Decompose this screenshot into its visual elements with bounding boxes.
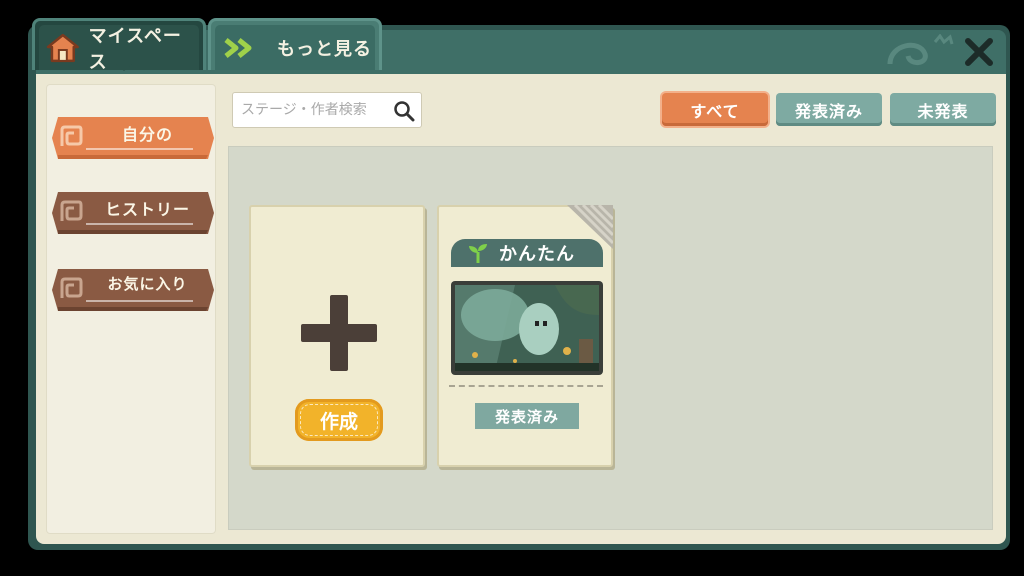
sidebar-item-favorites[interactable]: お気に入り bbox=[50, 267, 215, 313]
difficulty-label: かんたん bbox=[499, 244, 575, 265]
spiral-icon bbox=[60, 277, 83, 298]
home-icon bbox=[46, 33, 79, 62]
search-box[interactable] bbox=[232, 92, 422, 128]
close-icon bbox=[965, 38, 993, 66]
difficulty-banner: かんたん bbox=[451, 239, 603, 267]
filter-published-button[interactable]: 発表済み bbox=[776, 93, 882, 126]
stage-preview-image bbox=[455, 285, 599, 371]
double-chevron-right-icon bbox=[224, 37, 252, 58]
stage-thumbnail[interactable] bbox=[451, 281, 603, 375]
tab-myspace-label: マイスペース bbox=[88, 25, 182, 73]
create-stage-card[interactable]: 作成 bbox=[249, 205, 425, 467]
create-button-label: 作成 bbox=[319, 410, 358, 433]
plus-icon bbox=[301, 295, 377, 371]
tab-myspace[interactable]: マイスペース bbox=[32, 18, 206, 73]
sidebar-item-label: ヒストリー bbox=[104, 200, 190, 219]
search-icon[interactable] bbox=[393, 100, 415, 122]
stage-card[interactable]: かんたん 発表済み bbox=[437, 205, 613, 467]
sidebar-item-mine[interactable]: 自分の bbox=[50, 115, 215, 161]
tab-more[interactable]: もっと見る bbox=[208, 18, 382, 70]
create-button[interactable]: 作成 bbox=[295, 399, 383, 441]
divider bbox=[86, 223, 193, 225]
swirl-decoration-icon bbox=[887, 34, 954, 65]
divider bbox=[449, 385, 603, 387]
sprout-icon bbox=[469, 244, 487, 263]
divider bbox=[86, 300, 193, 302]
tab-pointer bbox=[116, 64, 132, 71]
search-input[interactable] bbox=[241, 102, 391, 118]
sidebar-item-label: 自分の bbox=[121, 125, 173, 144]
divider bbox=[86, 148, 193, 150]
spiral-icon bbox=[60, 200, 83, 221]
tab-more-label: もっと見る bbox=[277, 38, 372, 60]
status-badge: 発表済み bbox=[475, 403, 579, 429]
sidebar-item-history[interactable]: ヒストリー bbox=[50, 190, 215, 236]
filter-unpublished-button[interactable]: 未発表 bbox=[890, 93, 996, 126]
sidebar-item-label: お気に入り bbox=[107, 275, 188, 293]
filter-all-button[interactable]: すべて bbox=[662, 93, 768, 126]
close-button[interactable] bbox=[958, 32, 1000, 72]
spiral-icon bbox=[60, 125, 83, 146]
